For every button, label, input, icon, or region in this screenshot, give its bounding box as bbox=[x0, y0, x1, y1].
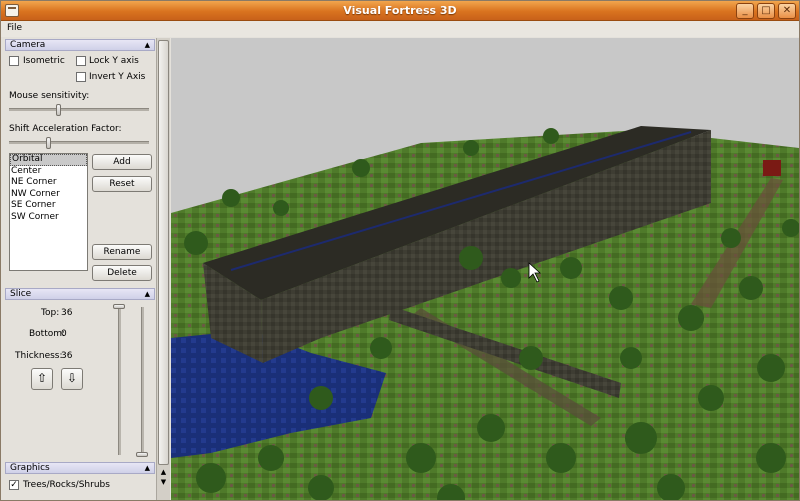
mouse-sensitivity-label: Mouse sensitivity: bbox=[9, 91, 90, 101]
slice-thickness-label: Thickness: bbox=[15, 351, 63, 361]
3d-viewport[interactable] bbox=[171, 38, 799, 500]
slice-down-button[interactable]: ⇩ bbox=[61, 368, 83, 390]
title-bar[interactable]: Visual Fortress 3D _ □ ✕ bbox=[1, 1, 799, 21]
graphics-section-title: Graphics bbox=[10, 463, 50, 473]
panel-scrollbar[interactable]: ▲ ▼ bbox=[156, 38, 170, 500]
collapse-arrow-icon: ▲ bbox=[144, 41, 150, 49]
add-preset-button[interactable]: Add bbox=[92, 154, 152, 170]
shift-acceleration-slider[interactable] bbox=[46, 137, 52, 149]
isometric-label: Isometric bbox=[23, 56, 65, 66]
invert-y-label: Invert Y Axis bbox=[89, 72, 146, 82]
control-panel: Camera ▲ Isometric Lock Y axis Invert Y … bbox=[1, 37, 171, 500]
camera-preset-item[interactable]: NW Corner bbox=[10, 189, 87, 201]
lock-y-label: Lock Y axis bbox=[89, 56, 139, 66]
slice-thickness-value: 36 bbox=[61, 351, 73, 361]
up-arrow-icon: ⇧ bbox=[36, 371, 48, 385]
slice-section-title: Slice bbox=[10, 289, 32, 299]
camera-section-header[interactable]: Camera ▲ bbox=[5, 39, 155, 51]
camera-section-title: Camera bbox=[10, 40, 46, 50]
checkmark-icon: ✓ bbox=[10, 480, 18, 490]
3d-scene[interactable] bbox=[171, 38, 799, 500]
delete-button[interactable]: Delete bbox=[92, 265, 152, 281]
mouse-sensitivity-track[interactable] bbox=[9, 108, 149, 111]
slice-top-slider-track[interactable] bbox=[118, 307, 121, 455]
isometric-checkbox[interactable] bbox=[9, 56, 19, 66]
minimize-button[interactable]: _ bbox=[736, 3, 754, 19]
slice-top-label: Top: bbox=[41, 308, 60, 318]
slice-up-button[interactable]: ⇧ bbox=[31, 368, 53, 390]
slice-section-header[interactable]: Slice ▲ bbox=[5, 288, 155, 300]
lock-y-checkbox[interactable] bbox=[76, 56, 86, 66]
window-title: Visual Fortress 3D bbox=[343, 4, 457, 17]
scroll-up-icon[interactable]: ▲ bbox=[158, 468, 169, 477]
maximize-button[interactable]: □ bbox=[757, 3, 775, 19]
slice-bottom-label: Bottom: bbox=[29, 329, 66, 339]
slice-top-slider[interactable] bbox=[113, 304, 125, 309]
graphics-section-header[interactable]: Graphics ▲ bbox=[5, 462, 155, 474]
camera-preset-item[interactable]: SE Corner bbox=[10, 200, 87, 212]
shift-acceleration-label: Shift Acceleration Factor: bbox=[9, 124, 122, 134]
mouse-sensitivity-slider[interactable] bbox=[56, 104, 61, 116]
menu-file[interactable]: File bbox=[7, 23, 22, 33]
trees-label: Trees/Rocks/Shrubs bbox=[23, 480, 110, 490]
camera-preset-item[interactable]: SW Corner bbox=[10, 212, 87, 224]
close-icon: ✕ bbox=[782, 5, 792, 16]
shift-acceleration-track[interactable] bbox=[9, 141, 149, 144]
slice-bottom-value: 0 bbox=[61, 329, 67, 339]
trees-checkbox[interactable]: ✓ bbox=[9, 480, 19, 490]
reset-button[interactable]: Reset bbox=[92, 176, 152, 192]
slice-bottom-slider-track[interactable] bbox=[141, 307, 144, 455]
rename-button[interactable]: Rename bbox=[92, 244, 152, 260]
minimize-icon: _ bbox=[742, 5, 748, 16]
camera-preset-item[interactable]: Orbital bbox=[10, 154, 87, 166]
red-building bbox=[763, 160, 781, 176]
camera-preset-list[interactable]: Orbital Center NE Corner NW Corner SE Corner… bbox=[9, 153, 88, 271]
down-arrow-icon: ⇩ bbox=[66, 371, 78, 385]
app-window: Visual Fortress 3D _ □ ✕ File Camera ▲ I… bbox=[0, 0, 800, 501]
collapse-arrow-icon: ▲ bbox=[144, 290, 150, 298]
maximize-icon: □ bbox=[761, 5, 771, 16]
close-button[interactable]: ✕ bbox=[778, 3, 796, 19]
invert-y-checkbox[interactable] bbox=[76, 72, 86, 82]
menu-bar: File bbox=[1, 21, 799, 37]
camera-preset-item[interactable]: NE Corner bbox=[10, 177, 87, 189]
scroll-down-icon[interactable]: ▼ bbox=[158, 478, 169, 487]
slice-bottom-slider[interactable] bbox=[136, 452, 148, 457]
collapse-arrow-icon: ▲ bbox=[144, 464, 150, 472]
panel-scroll-thumb[interactable] bbox=[158, 40, 169, 465]
camera-preset-item[interactable]: Center bbox=[10, 166, 87, 178]
slice-top-value: 36 bbox=[61, 308, 73, 318]
